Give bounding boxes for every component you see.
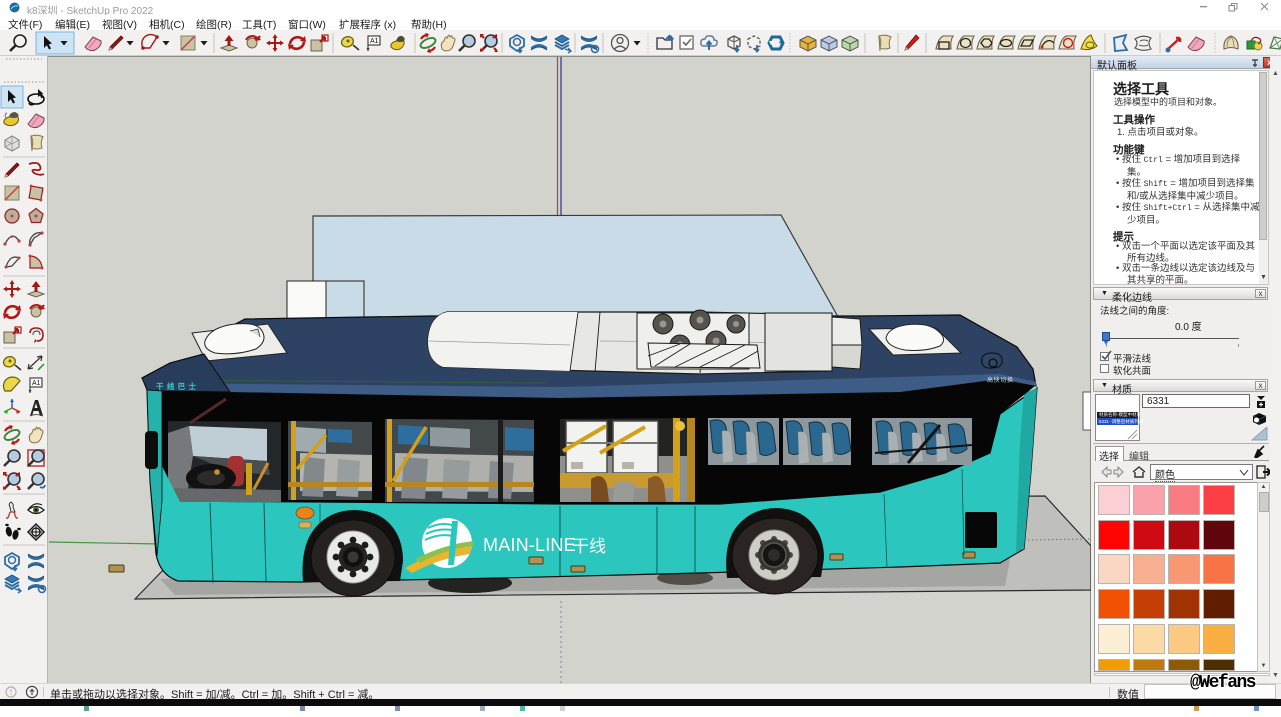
svg-text:MAIN-LINE: MAIN-LINE: [483, 535, 576, 555]
svg-text:高快切换: 高快切换: [987, 376, 1013, 384]
svg-text:干线: 干线: [572, 537, 606, 556]
